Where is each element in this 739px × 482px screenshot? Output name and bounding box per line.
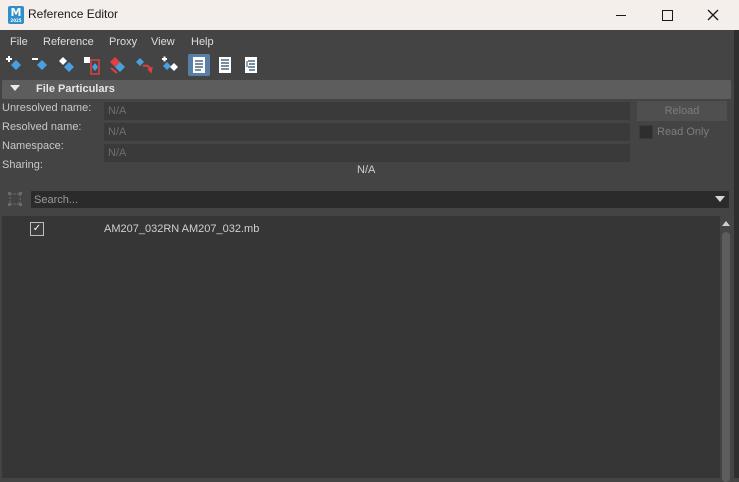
menu-view[interactable]: View — [151, 36, 175, 48]
reload-reference-icon[interactable] — [55, 54, 77, 76]
lock-reference-icon[interactable] — [81, 54, 103, 76]
vertical-scrollbar[interactable] — [720, 216, 732, 482]
reference-name: AM207_032RN AM207_032.mb — [104, 223, 260, 235]
sharing-label: Sharing: — [2, 159, 43, 171]
maximize-button[interactable] — [644, 0, 690, 30]
resolved-name-field[interactable]: N/A — [104, 123, 630, 141]
reference-list: ✓ AM207_032RN AM207_032.mb — [2, 216, 720, 478]
title-bar: M 2025 Reference Editor — [0, 0, 739, 30]
unresolved-name-value: N/A — [108, 105, 127, 117]
menu-file[interactable]: File — [10, 36, 28, 48]
unresolved-name-field[interactable]: N/A — [104, 102, 630, 120]
close-button[interactable] — [690, 0, 736, 30]
collapse-arrow-icon — [10, 85, 20, 91]
namespace-label: Namespace: — [2, 140, 64, 152]
menu-reference[interactable]: Reference — [43, 36, 94, 48]
read-only-label: Read Only — [657, 126, 709, 138]
app-icon-version: 2025 — [10, 18, 22, 23]
menu-proxy[interactable]: Proxy — [109, 36, 137, 48]
reference-row[interactable]: ✓ AM207_032RN AM207_032.mb — [2, 216, 720, 240]
reload-button[interactable]: Reload — [637, 101, 727, 121]
window-title: Reference Editor — [28, 7, 119, 21]
sharing-value: N/A — [357, 164, 376, 176]
reference-action-icon[interactable] — [133, 54, 155, 76]
menu-help[interactable]: Help — [191, 36, 214, 48]
list-view-icon[interactable] — [188, 54, 210, 76]
resolved-name-label: Resolved name: — [2, 121, 82, 133]
unload-reference-icon[interactable] — [107, 54, 129, 76]
resolved-name-value: N/A — [108, 126, 127, 138]
maximize-icon — [661, 9, 673, 21]
details-view-icon[interactable] — [214, 54, 236, 76]
search-input[interactable] — [31, 191, 704, 208]
scroll-up-arrow-icon[interactable] — [722, 221, 730, 226]
minimize-icon — [616, 14, 626, 16]
toolbar — [0, 52, 739, 78]
scroll-thumb[interactable] — [722, 232, 730, 482]
remove-reference-icon[interactable] — [29, 54, 51, 76]
search-field — [31, 191, 729, 208]
namespace-value: N/A — [108, 147, 127, 159]
maya-app-icon: M 2025 — [8, 6, 24, 24]
filter-icon[interactable] — [8, 192, 22, 206]
file-particulars-header[interactable]: File Particulars — [2, 80, 731, 99]
unresolved-name-label: Unresolved name: — [2, 102, 92, 114]
merge-reference-icon[interactable] — [159, 54, 181, 76]
search-dropdown-arrow-icon[interactable] — [715, 196, 725, 202]
reference-enabled-checkbox[interactable]: ✓ — [30, 222, 44, 236]
menu-bar: File Reference Proxy View Help — [0, 30, 739, 52]
section-title: File Particulars — [36, 83, 115, 95]
add-reference-icon[interactable] — [3, 54, 25, 76]
window-edge — [734, 30, 739, 478]
namespace-field[interactable]: N/A — [104, 144, 630, 162]
close-icon — [707, 9, 719, 21]
read-only-checkbox[interactable] — [639, 125, 653, 139]
hierarchy-view-icon[interactable] — [240, 54, 262, 76]
minimize-button[interactable] — [598, 0, 644, 30]
